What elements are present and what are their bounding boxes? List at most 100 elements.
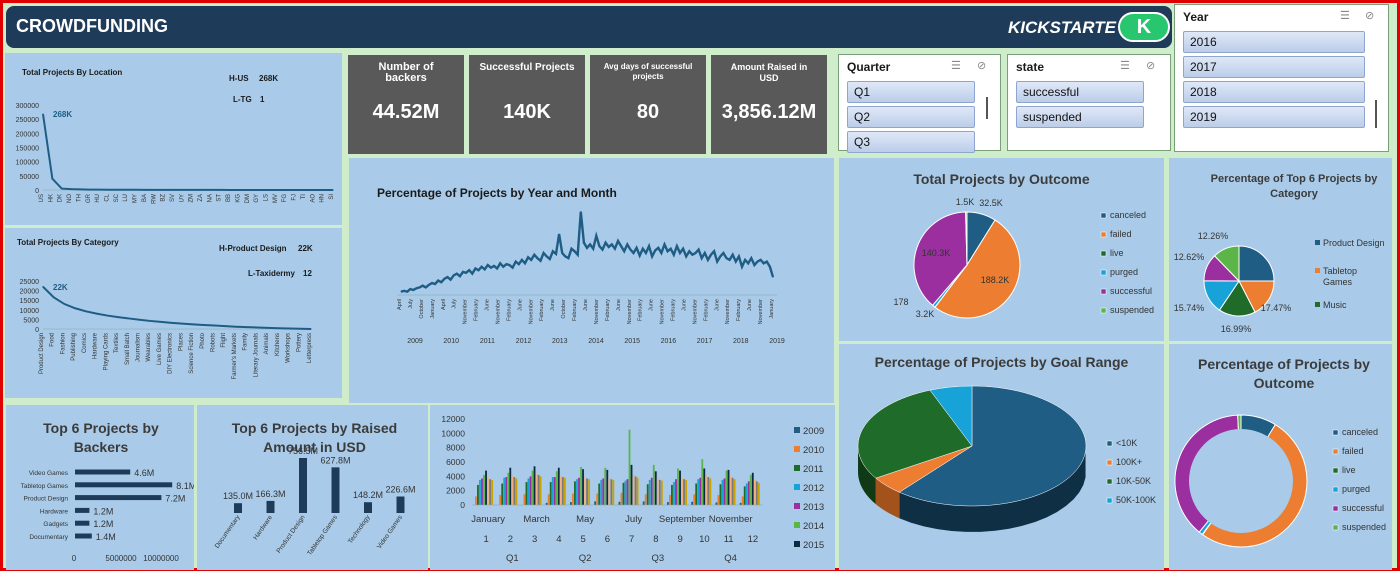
month-tick-label: October xyxy=(561,299,567,319)
data-label: 4.6M xyxy=(134,468,154,478)
slicer-item-2018[interactable]: 2018 xyxy=(1183,81,1365,103)
bar xyxy=(588,479,591,505)
multi-select-icon[interactable]: ☰ xyxy=(951,59,961,72)
y-tick-label: 100000 xyxy=(16,160,39,167)
bar xyxy=(596,493,599,505)
x-tick-label: HN xyxy=(320,194,326,203)
month-tick-label: June xyxy=(714,299,720,311)
clear-filter-icon[interactable]: ⊘ xyxy=(1365,9,1374,22)
legend-swatch xyxy=(1100,288,1107,295)
clear-filter-icon[interactable]: ⊘ xyxy=(1146,59,1155,72)
bar xyxy=(660,480,663,505)
month-tick-label: February xyxy=(474,299,480,321)
legend-swatch xyxy=(1100,269,1107,276)
month-tick-label: November xyxy=(463,299,469,325)
y-tick-label: 4000 xyxy=(446,471,465,481)
data-point xyxy=(117,189,119,191)
slicer-item-2019[interactable]: 2019 xyxy=(1183,106,1365,128)
data-point xyxy=(471,273,473,275)
bar xyxy=(555,471,558,505)
bar xyxy=(654,471,657,505)
x-tick-label: Publishing xyxy=(71,333,77,361)
month-name-label: November xyxy=(709,514,753,525)
quarter-slicer[interactable]: Quarter ☰ ⊘ Q1 Q2 Q3 xyxy=(838,54,1001,153)
slicer-item-suspended[interactable]: suspended xyxy=(1016,106,1144,128)
multi-select-icon[interactable]: ☰ xyxy=(1120,59,1130,72)
scrollbar[interactable] xyxy=(1375,100,1377,128)
clear-filter-icon[interactable]: ⊘ xyxy=(977,59,986,72)
bar xyxy=(624,480,627,505)
x-tick-label: ST xyxy=(217,194,223,202)
data-point xyxy=(639,255,641,257)
quarter-label: Q3 xyxy=(652,553,665,564)
x-tick-label: 0 xyxy=(72,554,77,563)
data-label: 188.2K xyxy=(981,275,1010,285)
data-label: 3.2K xyxy=(916,309,935,319)
slicer-item-successful[interactable]: successful xyxy=(1016,81,1144,103)
legend-label: 10K-50K xyxy=(1116,476,1151,486)
state-slicer[interactable]: state ☰ ⊘ successful suspended xyxy=(1007,54,1171,151)
data-point xyxy=(468,269,470,271)
month-number-label: 4 xyxy=(556,534,561,545)
data-point xyxy=(741,266,743,268)
data-point xyxy=(713,250,715,252)
kpi-avg-days: Avg days of successful projects 80 xyxy=(590,55,706,154)
data-point xyxy=(580,211,582,213)
y-tick-label: 200000 xyxy=(16,131,39,138)
bar xyxy=(559,476,562,505)
legend-label: 2012 xyxy=(803,483,824,494)
data-point xyxy=(763,262,765,264)
data-point xyxy=(213,324,216,327)
x-tick-label: BA xyxy=(142,194,148,202)
slicer-item-q3[interactable]: Q3 xyxy=(847,131,975,153)
data-point xyxy=(419,286,421,288)
data-point xyxy=(229,189,231,191)
bar xyxy=(75,469,131,475)
data-line xyxy=(42,286,312,330)
data-point xyxy=(181,323,183,325)
data-label: 8.1M xyxy=(176,481,194,491)
slicer-item-q1[interactable]: Q1 xyxy=(847,81,975,103)
bar xyxy=(479,479,481,505)
data-point xyxy=(276,189,278,191)
category-label: Documentary xyxy=(214,514,242,550)
bar xyxy=(331,467,340,513)
y-tick-label: 150000 xyxy=(16,146,39,153)
x-tick-label: Letterpress xyxy=(307,333,313,363)
data-point xyxy=(623,250,625,252)
month-name-label: January xyxy=(471,514,505,525)
category-pie-chart: 17.47% 16.99% 15.74% 12.62% 12.26% Product De… xyxy=(1174,231,1385,334)
bar xyxy=(598,483,601,505)
bar xyxy=(299,458,307,513)
x-tick-label: Places xyxy=(178,333,184,351)
data-label: 12.26% xyxy=(1198,231,1229,241)
x-tick-label: NA xyxy=(207,194,213,202)
data-point xyxy=(42,113,44,115)
monthly-clustered-bar-chart: 0200040006000800010000120001 2 3 4 5 6 7 8 9 10 11… xyxy=(441,414,824,564)
slicer-item-2016[interactable]: 2016 xyxy=(1183,31,1365,53)
scrollbar[interactable] xyxy=(986,97,988,119)
year-slicer[interactable]: Year ☰ ⊘ 2016 2017 2018 2019 xyxy=(1174,4,1389,152)
bar xyxy=(693,494,696,505)
legend-label: suspended xyxy=(1110,305,1154,315)
bar xyxy=(481,478,483,505)
legend-label: canceled xyxy=(1342,427,1378,437)
data-point xyxy=(456,273,458,275)
multi-select-icon[interactable]: ☰ xyxy=(1340,9,1350,22)
bar xyxy=(656,478,659,505)
data-point xyxy=(256,326,258,329)
bar xyxy=(75,507,90,513)
kpi-label: Number of backers xyxy=(378,61,434,84)
x-tick-label: Robots xyxy=(211,333,217,352)
y-tick-label: 50000 xyxy=(20,174,40,181)
bar xyxy=(557,467,560,505)
data-point xyxy=(203,324,205,326)
slicer-item-2017[interactable]: 2017 xyxy=(1183,56,1365,78)
data-point xyxy=(192,189,194,191)
data-label: 15.74% xyxy=(1174,303,1205,313)
x-tick-label: Product Design xyxy=(39,333,45,374)
month-tick-label: October xyxy=(419,299,425,319)
legend-swatch xyxy=(1332,505,1339,512)
data-point xyxy=(583,242,585,244)
slicer-item-q2[interactable]: Q2 xyxy=(847,106,975,128)
